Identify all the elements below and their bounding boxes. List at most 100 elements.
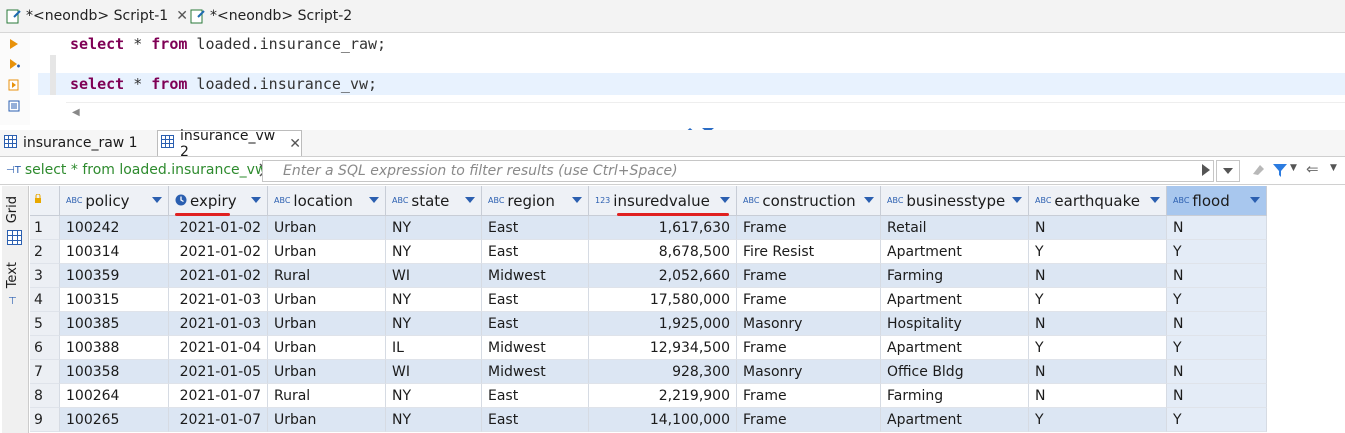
cell-expiry[interactable]: 2021-01-02	[169, 240, 268, 264]
cell-state[interactable]: NY	[386, 312, 482, 336]
table-row[interactable]: 3 100359 2021-01-02 Rural WI Midwest 2,052,660…	[30, 264, 1267, 288]
row-number[interactable]: 2	[30, 240, 60, 264]
table-row[interactable]: 1 100242 2021-01-02 Urban NY East 1,617,630 Fra…	[30, 216, 1267, 240]
row-number[interactable]: 5	[30, 312, 60, 336]
cell-businesstype[interactable]: Retail	[881, 216, 1029, 240]
cell-expiry[interactable]: 2021-01-05	[169, 360, 268, 384]
cell-businesstype[interactable]: Apartment	[881, 288, 1029, 312]
cell-expiry[interactable]: 2021-01-03	[169, 288, 268, 312]
cell-earthquake[interactable]: N	[1029, 312, 1167, 336]
cell-insuredvalue[interactable]: 1,925,000	[589, 312, 737, 336]
cell-flood[interactable]: Y	[1167, 288, 1267, 312]
result-tab-insurance-raw[interactable]: insurance_raw 1	[4, 130, 138, 156]
row-number[interactable]: 1	[30, 216, 60, 240]
cell-region[interactable]: East	[482, 408, 589, 432]
row-number[interactable]: 7	[30, 360, 60, 384]
cell-insuredvalue[interactable]: 1,617,630	[589, 216, 737, 240]
cell-businesstype[interactable]: Apartment	[881, 336, 1029, 360]
chevron-down-icon[interactable]	[369, 197, 379, 203]
cell-earthquake[interactable]: Y	[1029, 336, 1167, 360]
clear-filter-icon[interactable]	[1250, 162, 1266, 182]
chevron-down-icon[interactable]	[1012, 197, 1022, 203]
filter-history-dropdown[interactable]	[1216, 160, 1240, 182]
column-header-flood[interactable]: ABC flood	[1167, 186, 1267, 216]
cell-earthquake[interactable]: Y	[1029, 240, 1167, 264]
cell-insuredvalue[interactable]: 2,219,900	[589, 384, 737, 408]
close-icon[interactable]: ✕	[176, 8, 188, 24]
cell-insuredvalue[interactable]: 12,934,500	[589, 336, 737, 360]
cell-earthquake[interactable]: N	[1029, 264, 1167, 288]
cell-construction[interactable]: Frame	[737, 408, 881, 432]
panel-splitter[interactable]	[680, 122, 720, 133]
table-row[interactable]: 9 100265 2021-01-07 Urban NY East 14,100,000 Fr…	[30, 408, 1267, 432]
table-row[interactable]: 7 100358 2021-01-05 Urban WI Midwest 928,300 Ma…	[30, 360, 1267, 384]
cell-businesstype[interactable]: Hospitality	[881, 312, 1029, 336]
cell-flood[interactable]: Y	[1167, 240, 1267, 264]
result-tab-insurance-vw[interactable]: insurance_vw 2 ✕	[157, 128, 302, 160]
cell-businesstype[interactable]: Farming	[881, 264, 1029, 288]
table-row[interactable]: 4 100315 2021-01-03 Urban NY East 17,580,000 Fr…	[30, 288, 1267, 312]
cell-location[interactable]: Urban	[268, 360, 386, 384]
cell-state[interactable]: NY	[386, 216, 482, 240]
table-row[interactable]: 6 100388 2021-01-04 Urban IL Midwest 12,934,50…	[30, 336, 1267, 360]
chevron-down-icon[interactable]	[720, 197, 730, 203]
explain-plan-icon[interactable]	[8, 100, 20, 112]
grid-view-tab[interactable]: Grid	[5, 196, 20, 223]
cell-flood[interactable]: N	[1167, 360, 1267, 384]
cell-flood[interactable]: Y	[1167, 408, 1267, 432]
cell-location[interactable]: Urban	[268, 288, 386, 312]
cell-earthquake[interactable]: N	[1029, 384, 1167, 408]
chevron-down-icon[interactable]: ▼	[1290, 163, 1297, 173]
cell-region[interactable]: East	[482, 312, 589, 336]
chevron-down-icon[interactable]	[572, 197, 582, 203]
cell-policy[interactable]: 100314	[60, 240, 169, 264]
cell-construction[interactable]: Frame	[737, 384, 881, 408]
cell-location[interactable]: Rural	[268, 264, 386, 288]
cell-construction[interactable]: Frame	[737, 264, 881, 288]
cell-construction[interactable]: Frame	[737, 288, 881, 312]
cell-insuredvalue[interactable]: 17,580,000	[589, 288, 737, 312]
chevron-down-icon[interactable]	[1250, 197, 1260, 203]
row-number[interactable]: 3	[30, 264, 60, 288]
column-header-location[interactable]: ABC location	[268, 186, 386, 216]
cell-insuredvalue[interactable]: 8,678,500	[589, 240, 737, 264]
cell-location[interactable]: Urban	[268, 216, 386, 240]
cell-region[interactable]: East	[482, 384, 589, 408]
cell-expiry[interactable]: 2021-01-04	[169, 336, 268, 360]
cell-location[interactable]: Urban	[268, 336, 386, 360]
cell-region[interactable]: Midwest	[482, 264, 589, 288]
cell-earthquake[interactable]: N	[1029, 216, 1167, 240]
chevron-down-icon[interactable]	[465, 197, 475, 203]
cell-location[interactable]: Rural	[268, 384, 386, 408]
cell-earthquake[interactable]: N	[1029, 360, 1167, 384]
cell-businesstype[interactable]: Apartment	[881, 408, 1029, 432]
cell-flood[interactable]: N	[1167, 264, 1267, 288]
cell-construction[interactable]: Frame	[737, 216, 881, 240]
text-view-tab[interactable]: Text	[5, 262, 20, 288]
cell-region[interactable]: East	[482, 288, 589, 312]
column-header-policy[interactable]: ABC policy	[60, 186, 169, 216]
table-row[interactable]: 8 100264 2021-01-07 Rural NY East 2,219,900 Fra…	[30, 384, 1267, 408]
execute-statement-new-tab-icon[interactable]	[8, 58, 20, 70]
cell-policy[interactable]: 100358	[60, 360, 169, 384]
cell-insuredvalue[interactable]: 2,052,660	[589, 264, 737, 288]
cell-expiry[interactable]: 2021-01-03	[169, 312, 268, 336]
column-header-insuredvalue[interactable]: 123 insuredvalue	[589, 186, 737, 216]
cell-policy[interactable]: 100242	[60, 216, 169, 240]
cell-flood[interactable]: Y	[1167, 336, 1267, 360]
cell-construction[interactable]: Frame	[737, 336, 881, 360]
execute-script-icon[interactable]	[8, 79, 20, 91]
column-header-businesstype[interactable]: ABC businesstype	[881, 186, 1029, 216]
cell-expiry[interactable]: 2021-01-07	[169, 384, 268, 408]
arrow-left-icon[interactable]: ⇐	[1306, 160, 1319, 178]
chevron-down-icon[interactable]	[1150, 197, 1160, 203]
cell-construction[interactable]: Masonry	[737, 360, 881, 384]
cell-region[interactable]: East	[482, 216, 589, 240]
column-header-state[interactable]: ABC state	[386, 186, 482, 216]
cell-region[interactable]: Midwest	[482, 360, 589, 384]
apply-filter-icon[interactable]	[1202, 164, 1210, 176]
editor-tab-script-1[interactable]: *<neondb> Script-1 ✕	[6, 0, 188, 32]
cell-policy[interactable]: 100265	[60, 408, 169, 432]
cell-policy[interactable]: 100264	[60, 384, 169, 408]
cell-flood[interactable]: N	[1167, 384, 1267, 408]
